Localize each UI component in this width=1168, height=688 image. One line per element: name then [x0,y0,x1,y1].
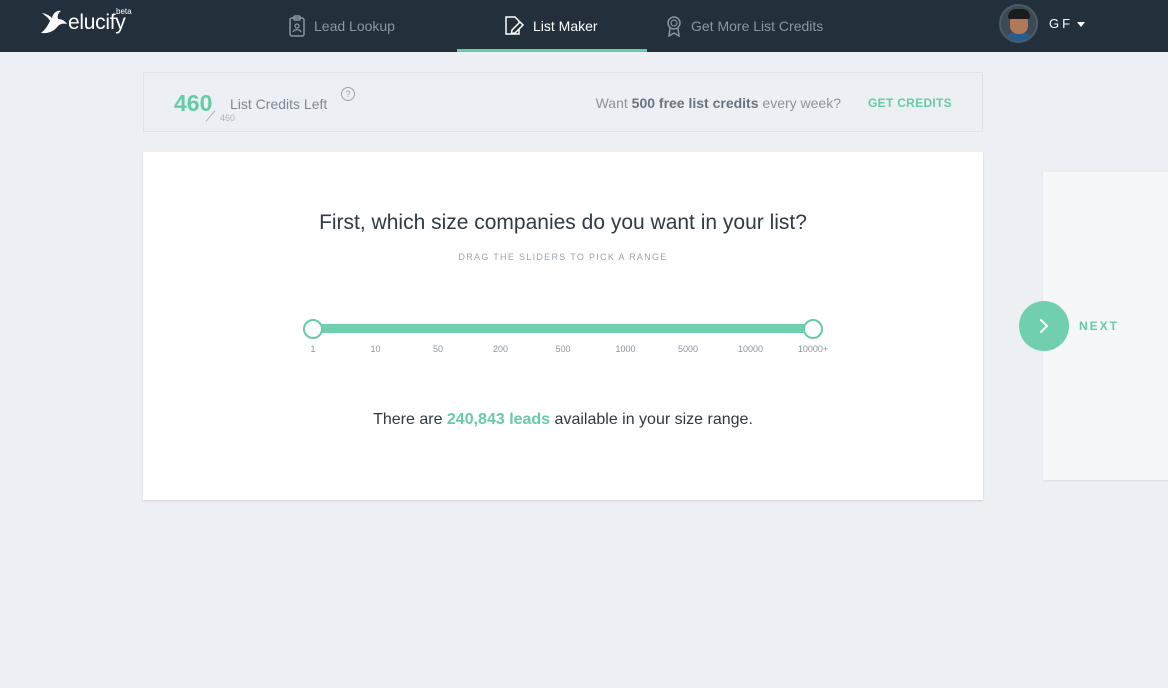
chevron-right-icon [1040,319,1048,333]
top-nav-bar: elucify beta Lead Lookup List Maker Get … [0,0,1168,52]
slider-hint: DRAG THE SLIDERS TO PICK A RANGE [458,252,668,262]
tick-label: 10 [370,344,381,354]
tick-label: 1000 [615,344,636,354]
clipboard-icon [289,15,305,37]
nav-lead-lookup-label: Lead Lookup [314,18,395,34]
help-icon[interactable]: ? [341,87,355,101]
promo-text: Want 500 free list credits every week? [596,95,841,111]
promo-bold: 500 free list credits [631,95,759,111]
avatar [999,3,1038,43]
lead-count-result: There are 240,843 leads available in you… [143,411,983,429]
result-prefix: There are [373,411,447,428]
slider-handle-min[interactable] [303,319,323,339]
nav-get-more-credits-label: Get More List Credits [691,18,824,34]
beta-badge: beta [116,7,132,16]
credits-label: List Credits Left [230,96,328,112]
get-credits-button[interactable]: GET CREDITS [868,96,952,110]
size-range-track[interactable] [313,324,813,333]
brand-logo[interactable]: elucify beta [38,7,132,39]
promo-suffix: every week? [758,95,841,111]
user-menu[interactable]: GF [999,3,1086,43]
credits-bar: 460 460 List Credits Left ? Want 500 fre… [143,72,983,132]
result-suffix: available in your size range. [550,411,753,428]
promo-prefix: Want [595,95,632,111]
next-label[interactable]: NEXT [1079,319,1119,333]
chevron-down-icon [1077,21,1086,27]
nav-list-maker[interactable]: List Maker [503,0,598,52]
user-initials: GF [1049,15,1074,31]
tick-label: 5000 [677,344,699,354]
nav-list-maker-label: List Maker [533,18,598,34]
company-size-card: First, which size companies do you want … [143,152,983,500]
nav-get-more-credits[interactable]: Get More List Credits [665,0,823,52]
tick-label: 10000 [737,344,764,354]
tick-label: 500 [555,344,571,354]
credits-total: 460 [220,113,236,123]
bird-logo-icon [41,10,67,34]
slider-handle-max[interactable] [803,319,823,339]
lead-count: 240,843 leads [446,411,551,428]
award-icon [667,16,681,37]
tick-label: 50 [432,344,444,354]
tick-label: 200 [492,344,509,354]
active-tab-indicator [457,49,647,52]
slider-tick-labels: 1 10 50 200 500 1000 5000 10000 10000+ [143,344,983,358]
nav-lead-lookup[interactable]: Lead Lookup [288,0,395,52]
credits-remaining: 460 [174,90,213,116]
tick-label: 10000+ [797,344,829,354]
list-edit-icon [505,16,525,35]
tick-label: 1 [310,344,316,354]
page-title: First, which size companies do you want … [319,211,807,234]
next-button[interactable] [1019,301,1069,351]
